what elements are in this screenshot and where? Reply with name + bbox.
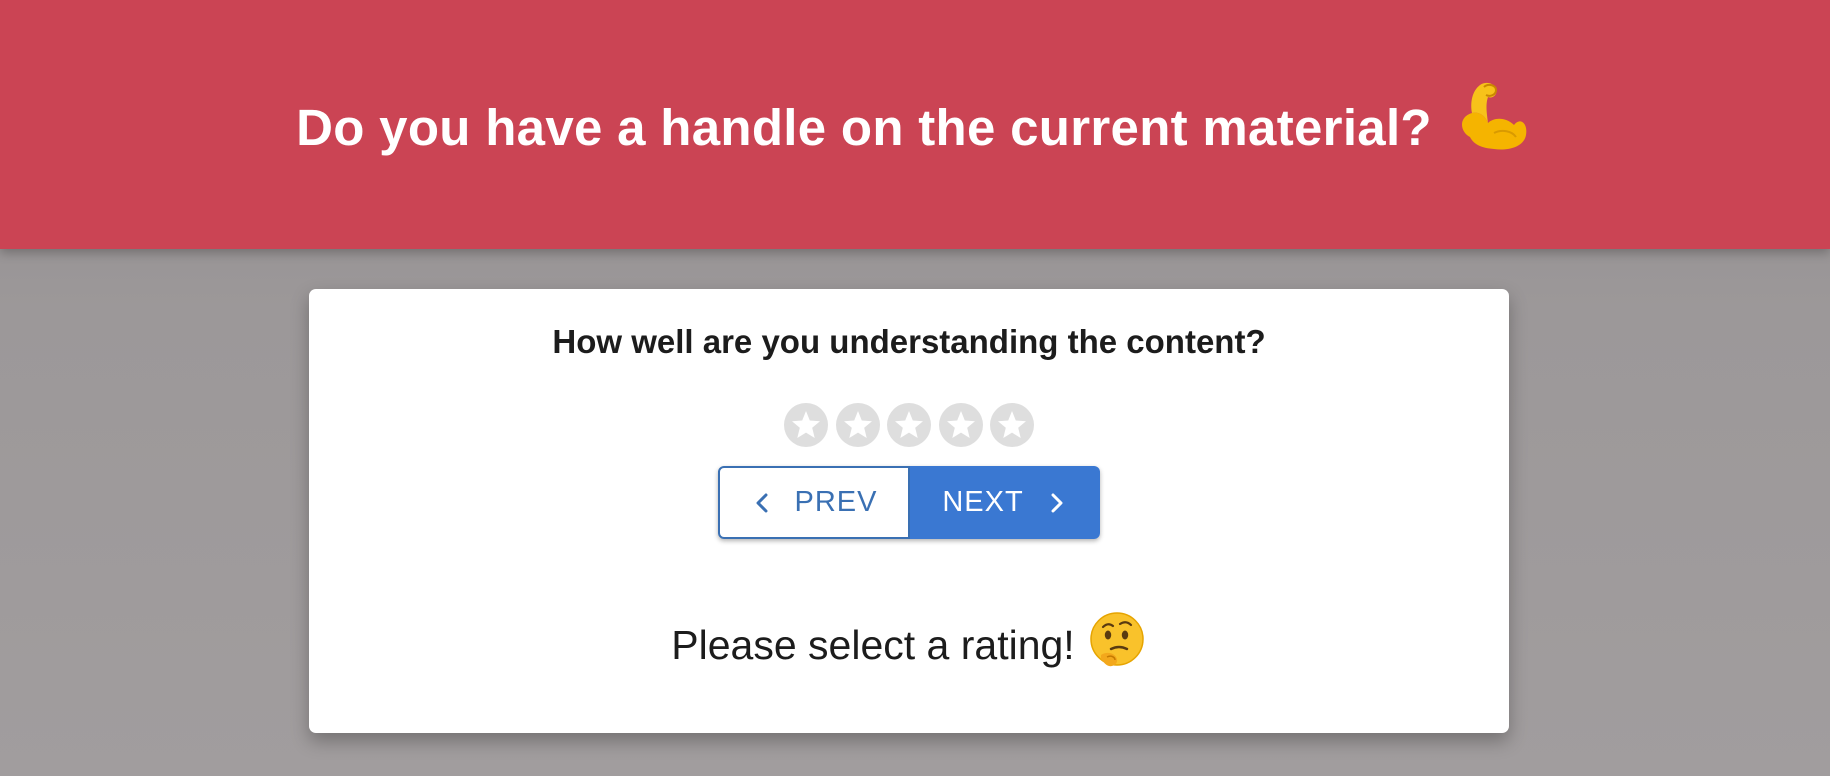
- star-icon[interactable]: [784, 403, 828, 447]
- prev-button[interactable]: PREV: [718, 466, 910, 539]
- next-button-label: NEXT: [942, 486, 1024, 518]
- flexed-biceps-icon: [1461, 82, 1527, 149]
- star-icon[interactable]: [887, 403, 931, 447]
- star-icon[interactable]: [938, 403, 983, 447]
- header-banner: Do you have a handle on the current mate…: [0, 0, 1830, 249]
- star-rating[interactable]: [784, 403, 1042, 447]
- chevron-left-icon: [756, 493, 767, 512]
- page-title-row: Do you have a handle on the current mate…: [296, 82, 1534, 161]
- rating-prompt-text: Please select a rating!: [671, 621, 1075, 668]
- question-text: How well are you understanding the conte…: [552, 323, 1266, 360]
- prev-button-label: PREV: [794, 486, 878, 518]
- star-icon[interactable]: [990, 403, 1034, 447]
- thinking-face-icon: [1089, 612, 1144, 667]
- rating-card: How well are you understanding the conte…: [309, 289, 1509, 733]
- pagination-buttons: PREV NEXT: [718, 466, 1100, 539]
- chevron-right-icon: [1051, 493, 1063, 512]
- next-button[interactable]: NEXT: [910, 466, 1100, 539]
- star-icon[interactable]: [835, 403, 880, 447]
- page-title: Do you have a handle on the current mate…: [296, 99, 1432, 156]
- rating-prompt: Please select a rating!: [309, 612, 1509, 671]
